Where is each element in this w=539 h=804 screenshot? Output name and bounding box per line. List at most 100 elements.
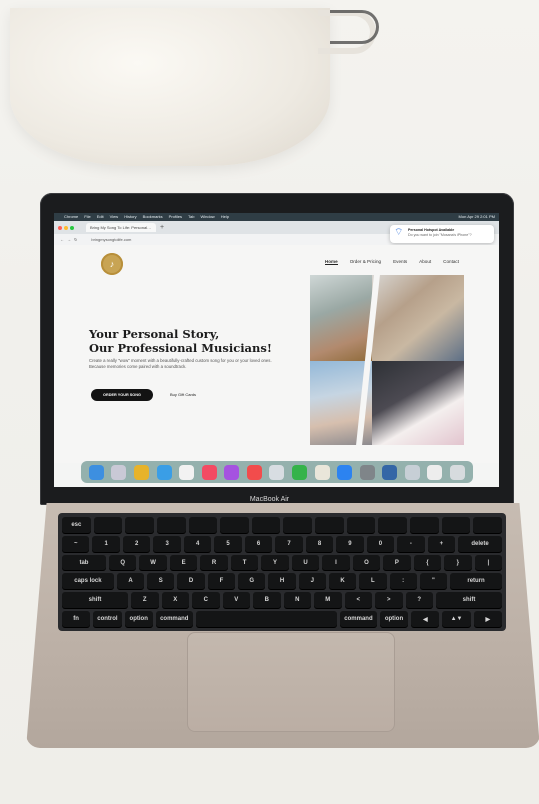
- key-esc[interactable]: esc: [62, 517, 91, 533]
- key-f2[interactable]: [125, 517, 154, 533]
- key-e[interactable]: E: [169, 554, 198, 571]
- key-l[interactable]: L: [359, 573, 387, 590]
- key-c[interactable]: C: [192, 592, 220, 609]
- key-o[interactable]: O: [352, 554, 381, 571]
- key-y[interactable]: Y: [261, 554, 289, 571]
- app-store-icon[interactable]: [337, 464, 353, 480]
- menubar-clock[interactable]: Mon Apr 29 2:01 PM: [459, 213, 499, 221]
- key-tab[interactable]: tab: [62, 554, 106, 571]
- key-f7[interactable]: [283, 517, 313, 533]
- key-s[interactable]: S: [147, 573, 175, 590]
- key-minus[interactable]: -: [397, 535, 425, 552]
- key-0[interactable]: 0: [366, 535, 395, 552]
- key-arrow-right[interactable]: ▶: [473, 611, 502, 627]
- music-icon[interactable]: [201, 464, 217, 480]
- key-v[interactable]: V: [222, 592, 250, 609]
- key-f6[interactable]: [251, 517, 281, 533]
- key-d[interactable]: D: [177, 573, 205, 590]
- key-t[interactable]: T: [230, 554, 259, 571]
- key-5[interactable]: 5: [214, 535, 242, 552]
- key-open-brace[interactable]: {: [413, 554, 442, 571]
- key-9[interactable]: 9: [336, 535, 364, 552]
- menu-item-file[interactable]: File: [84, 213, 90, 221]
- key-f9[interactable]: [346, 517, 376, 533]
- key-u[interactable]: U: [291, 554, 320, 571]
- launchpad-icon[interactable]: [111, 464, 127, 480]
- calendar-icon[interactable]: [179, 464, 195, 480]
- key-colon[interactable]: :: [389, 573, 417, 590]
- key-8[interactable]: 8: [305, 535, 334, 552]
- new-tab-icon[interactable]: +: [160, 223, 164, 232]
- key-r[interactable]: R: [200, 554, 228, 571]
- key-4[interactable]: 4: [183, 535, 212, 552]
- url-text[interactable]: bringmysongtolife.com: [91, 237, 131, 242]
- menu-item-profiles[interactable]: Profiles: [169, 213, 182, 221]
- key-less-than[interactable]: <: [344, 592, 372, 609]
- news-icon[interactable]: [246, 464, 262, 480]
- key-7[interactable]: 7: [275, 535, 303, 552]
- site-logo[interactable]: ♪: [101, 253, 123, 275]
- nav-about[interactable]: About: [419, 259, 431, 265]
- nav-contact[interactable]: Contact: [443, 259, 459, 265]
- keynote-icon[interactable]: [269, 464, 285, 480]
- menu-item-edit[interactable]: Edit: [97, 213, 104, 221]
- key-6[interactable]: 6: [244, 535, 273, 552]
- key-command-left[interactable]: command: [155, 611, 193, 627]
- key-arrow-left[interactable]: ◀: [411, 611, 440, 627]
- key-n[interactable]: N: [283, 592, 311, 609]
- key-touchid[interactable]: [473, 517, 502, 533]
- menu-item-help[interactable]: Help: [221, 213, 229, 221]
- key-q[interactable]: Q: [108, 554, 137, 571]
- key-plus[interactable]: +: [427, 535, 456, 552]
- key-f1[interactable]: [93, 517, 123, 533]
- key-f[interactable]: F: [207, 573, 236, 590]
- menu-item-tab[interactable]: Tab: [188, 213, 194, 221]
- key-space[interactable]: [195, 611, 338, 627]
- key-f12[interactable]: [441, 517, 471, 533]
- key-shift-right[interactable]: shift: [436, 592, 502, 609]
- key-2[interactable]: 2: [122, 535, 151, 552]
- key-close-brace[interactable]: }: [444, 554, 472, 571]
- menu-item-history[interactable]: History: [124, 213, 136, 221]
- key-quote[interactable]: ": [419, 573, 448, 590]
- key-3[interactable]: 3: [153, 535, 181, 552]
- quicktime-icon[interactable]: [382, 464, 398, 480]
- reload-icon[interactable]: ↻: [74, 237, 77, 242]
- gift-cards-link[interactable]: Buy Gift Cards: [170, 392, 196, 397]
- key-b[interactable]: B: [253, 592, 281, 609]
- key-1[interactable]: 1: [92, 535, 120, 552]
- back-icon[interactable]: ←: [60, 237, 64, 242]
- menu-item-bookmarks[interactable]: Bookmarks: [143, 213, 163, 221]
- trash-icon[interactable]: [450, 464, 466, 480]
- key-f5[interactable]: [220, 517, 249, 533]
- key-z[interactable]: Z: [131, 592, 159, 609]
- menu-item-chrome[interactable]: Chrome: [64, 213, 78, 221]
- nav-home[interactable]: Home: [324, 259, 338, 265]
- key-g[interactable]: G: [238, 573, 266, 590]
- numbers-icon[interactable]: [291, 464, 307, 480]
- forward-icon[interactable]: →: [67, 237, 71, 242]
- key-arrow-up-down[interactable]: ▲▼: [442, 611, 471, 627]
- browser-tab[interactable]: Bring My Song To Life: Personal…: [86, 223, 156, 232]
- minimize-window-icon[interactable]: [64, 225, 68, 230]
- maximize-window-icon[interactable]: [70, 225, 74, 230]
- system-settings-icon[interactable]: [359, 464, 375, 480]
- hotspot-notification[interactable]: ⌔ Personal Hotspot Available Do you want…: [390, 225, 494, 243]
- podcasts-icon[interactable]: [224, 464, 240, 480]
- key-delete[interactable]: delete: [458, 535, 503, 552]
- key-option-left[interactable]: option: [124, 611, 153, 627]
- key-k[interactable]: K: [328, 573, 357, 590]
- key-question[interactable]: ?: [405, 592, 433, 609]
- key-fn[interactable]: fn: [62, 611, 91, 627]
- key-caps-lock[interactable]: caps lock: [62, 573, 114, 590]
- trackpad[interactable]: [187, 632, 395, 732]
- order-song-button[interactable]: ORDER YOUR SONG: [91, 389, 153, 401]
- key-command-right[interactable]: command: [340, 611, 377, 627]
- key-p[interactable]: P: [383, 554, 411, 571]
- key-option-right[interactable]: option: [379, 611, 409, 627]
- key-h[interactable]: H: [268, 573, 296, 590]
- key-m[interactable]: M: [314, 592, 342, 609]
- key-f4[interactable]: [188, 517, 218, 533]
- key-return[interactable]: return: [450, 573, 502, 590]
- notes-icon[interactable]: [427, 464, 443, 480]
